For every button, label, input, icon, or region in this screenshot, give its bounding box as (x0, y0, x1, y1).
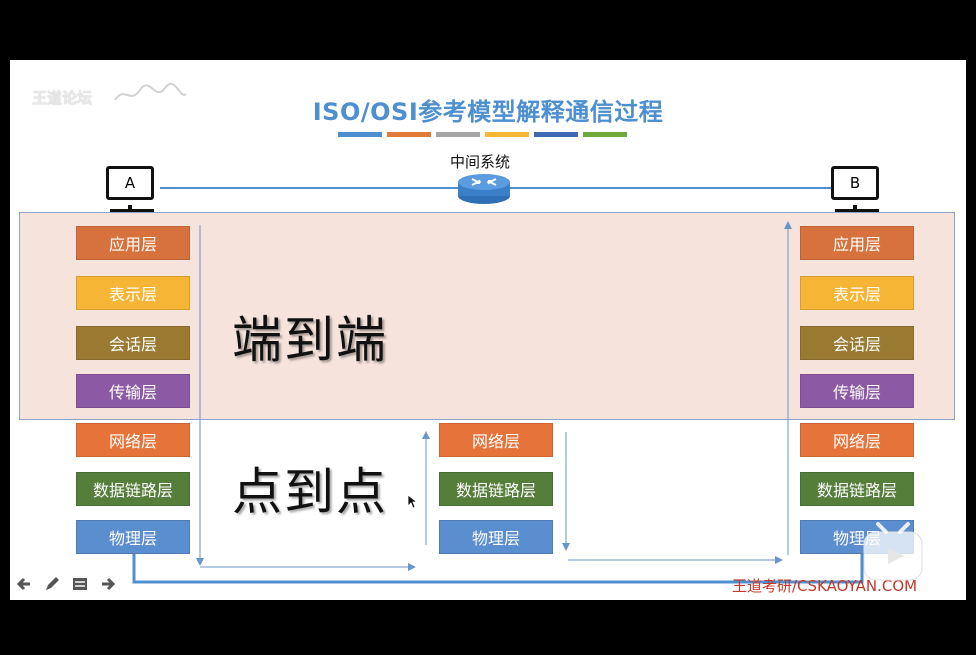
layer-box: 传输层 (800, 374, 914, 408)
host-a-computer: A (106, 166, 158, 219)
layer-box: 应用层 (76, 226, 190, 260)
layer-box: 网络层 (439, 423, 553, 457)
end-to-end-label: 端到端 (232, 311, 388, 369)
layer-box: 物理层 (76, 520, 190, 554)
host-b-computer: B (831, 166, 883, 219)
router-icon (458, 174, 510, 204)
menu-icon[interactable] (70, 574, 90, 594)
arrow-left-icon[interactable] (14, 574, 34, 594)
layer-box: 数据链路层 (76, 472, 190, 506)
presentation-slide: 王道论坛 ISO/OSI参考模型解释通信过程 A B 中间系统 应用层 表示层 … (10, 60, 966, 600)
middle-system-label: 中间系统 (450, 153, 511, 171)
mouse-cursor-icon (407, 494, 419, 509)
layer-box: 数据链路层 (439, 472, 553, 506)
layer-box: 表示层 (76, 276, 190, 310)
monitor-stand-icon (110, 205, 154, 212)
layer-box: 会话层 (800, 326, 914, 360)
layer-box: 物理层 (439, 520, 553, 554)
host-a-label: A (106, 166, 154, 200)
point-to-point-label: 点到点 (232, 463, 388, 521)
layer-box: 网络层 (800, 423, 914, 457)
tv-logo-icon (863, 522, 923, 581)
layer-box: 应用层 (800, 226, 914, 260)
monitor-stand-icon (835, 205, 879, 212)
layer-box: 数据链路层 (800, 472, 914, 506)
slide-controls (14, 574, 118, 594)
host-b-label: B (831, 166, 879, 200)
layer-box: 会话层 (76, 326, 190, 360)
pen-icon[interactable] (42, 574, 62, 594)
layer-box: 网络层 (76, 423, 190, 457)
arrow-right-icon[interactable] (98, 574, 118, 594)
layer-box: 传输层 (76, 374, 190, 408)
layer-box: 表示层 (800, 276, 914, 310)
